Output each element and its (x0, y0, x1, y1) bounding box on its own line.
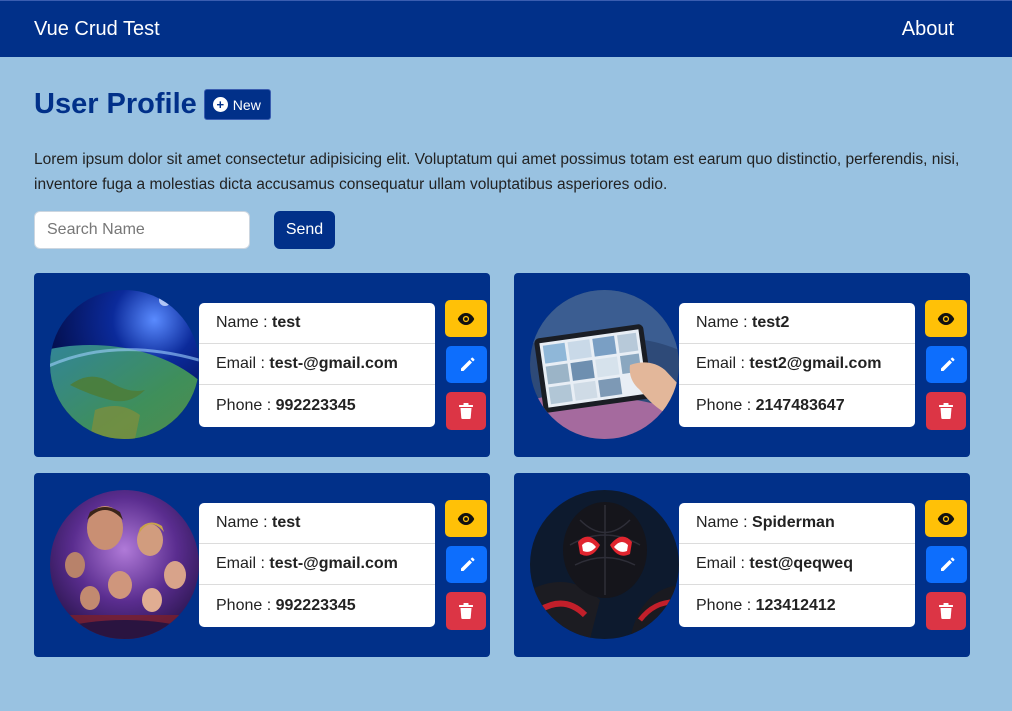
view-button[interactable] (925, 500, 967, 537)
pencil-icon (460, 356, 475, 371)
delete-button[interactable] (926, 592, 966, 630)
user-phone-row: Phone : 992223345 (199, 385, 435, 427)
user-info-panel: Name : test Email : test-@gmail.com Phon… (199, 503, 435, 627)
phone-label: Phone : (216, 597, 272, 614)
trash-icon (459, 403, 473, 419)
user-email: test-@gmail.com (269, 555, 398, 572)
eye-icon (937, 312, 955, 325)
user-phone-row: Phone : 2147483647 (679, 385, 915, 427)
email-label: Email : (216, 355, 265, 372)
name-label: Name : (696, 514, 748, 531)
user-card: Name : test Email : test-@gmail.com Phon… (34, 473, 490, 657)
eye-icon (457, 312, 475, 325)
navbar: Vue Crud Test About (0, 0, 1012, 57)
eye-icon (457, 512, 475, 525)
delete-button[interactable] (446, 392, 486, 430)
user-name-row: Name : Spiderman (679, 503, 915, 544)
user-email: test-@gmail.com (269, 355, 398, 372)
phone-label: Phone : (696, 597, 752, 614)
user-card: Name : test2 Email : test2@gmail.com Pho… (514, 273, 970, 457)
view-button[interactable] (925, 300, 967, 337)
pencil-icon (940, 556, 955, 571)
user-info-panel: Name : test Email : test-@gmail.com Phon… (199, 303, 435, 427)
edit-button[interactable] (446, 346, 487, 383)
user-name-row: Name : test2 (679, 303, 915, 344)
plus-circle-icon: + (212, 97, 228, 112)
delete-button[interactable] (926, 392, 966, 430)
trash-icon (939, 603, 953, 619)
user-phone: 2147483647 (755, 397, 845, 414)
name-label: Name : (696, 314, 748, 331)
title-row: User Profile + New (34, 88, 271, 121)
user-phone: 992223345 (275, 397, 356, 414)
trash-icon (459, 603, 473, 619)
avengers-poster-image (50, 490, 199, 639)
user-phone: 123412412 (755, 597, 836, 614)
user-name-row: Name : test (199, 503, 435, 544)
email-label: Email : (216, 555, 265, 572)
email-label: Email : (696, 355, 745, 372)
nav-link-about[interactable]: About (902, 18, 954, 41)
user-email-row: Email : test-@gmail.com (199, 544, 435, 585)
new-user-button[interactable]: + New (203, 89, 271, 120)
tablet-photos-image (530, 290, 679, 439)
user-info-panel: Name : test2 Email : test2@gmail.com Pho… (679, 303, 915, 427)
delete-button[interactable] (446, 592, 486, 630)
pencil-icon (940, 356, 955, 371)
pencil-icon (460, 556, 475, 571)
user-email-row: Email : test-@gmail.com (199, 344, 435, 385)
user-name: test2 (752, 314, 790, 331)
earth-from-space-image (50, 290, 199, 439)
user-email-row: Email : test@qeqweq (679, 544, 915, 585)
phone-label: Phone : (696, 397, 752, 414)
user-email: test@qeqweq (749, 555, 853, 572)
user-info-panel: Name : Spiderman Email : test@qeqweq Pho… (679, 503, 915, 627)
edit-button[interactable] (446, 546, 487, 583)
search-input[interactable] (34, 211, 250, 249)
spiderman-image (530, 490, 679, 639)
trash-icon (939, 403, 953, 419)
user-email-row: Email : test2@gmail.com (679, 344, 915, 385)
intro-text: Lorem ipsum dolor sit amet consectetur a… (34, 151, 960, 193)
user-card: Name : test Email : test-@gmail.com Phon… (34, 273, 490, 457)
edit-button[interactable] (926, 346, 967, 383)
phone-label: Phone : (216, 397, 272, 414)
brand-title[interactable]: Vue Crud Test (34, 18, 160, 41)
eye-icon (937, 512, 955, 525)
new-button-label: New (232, 96, 261, 113)
email-label: Email : (696, 555, 745, 572)
name-label: Name : (216, 514, 268, 531)
edit-button[interactable] (926, 546, 967, 583)
view-button[interactable] (445, 500, 487, 537)
view-button[interactable] (445, 300, 487, 337)
name-label: Name : (216, 314, 268, 331)
user-name: test (272, 314, 301, 331)
user-name: test (272, 514, 301, 531)
user-phone: 992223345 (275, 597, 356, 614)
user-phone-row: Phone : 123412412 (679, 585, 915, 627)
user-name: Spiderman (752, 514, 835, 531)
page-title: User Profile (34, 88, 197, 120)
send-button[interactable]: Send (274, 211, 335, 249)
user-card: Name : Spiderman Email : test@qeqweq Pho… (514, 473, 970, 657)
user-phone-row: Phone : 992223345 (199, 585, 435, 627)
user-email: test2@gmail.com (749, 355, 882, 372)
user-name-row: Name : test (199, 303, 435, 344)
